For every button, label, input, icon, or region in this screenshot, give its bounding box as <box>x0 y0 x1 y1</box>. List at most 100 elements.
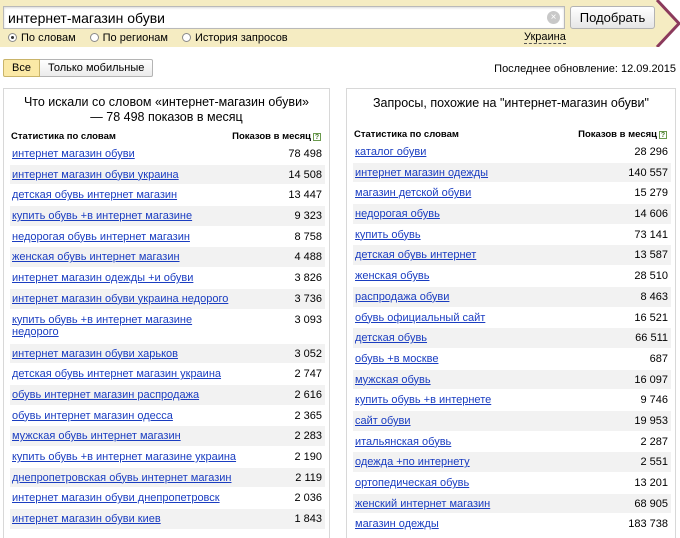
impressions-count: 73 141 <box>634 228 668 241</box>
mode-history[interactable]: История запросов <box>182 32 288 44</box>
column-count-label: Показов в месяц <box>232 131 311 142</box>
region-link[interactable]: Украина <box>524 31 566 44</box>
impressions-count: 19 953 <box>634 414 668 427</box>
impressions-count: 687 <box>649 352 668 365</box>
query-link[interactable]: интернет магазин обуви днепропетровск <box>12 492 242 504</box>
query-link[interactable]: детская обувь <box>355 332 585 344</box>
query-link[interactable]: интернет магазин одежды <box>355 167 585 179</box>
table-header: Статистика по словам Показов в месяц? <box>10 130 323 144</box>
impressions-count: 2 190 <box>294 450 322 463</box>
query-link[interactable]: днепропетровская обувь интернет магазин <box>12 472 242 484</box>
query-link[interactable]: купить обувь <box>355 229 585 241</box>
query-link[interactable]: интернет магазин обуви харьков <box>12 348 242 360</box>
table-row: обувь интернет магазин распродажа 2 616 <box>10 384 325 406</box>
search-input[interactable] <box>8 8 543 27</box>
table-row: недорогая обувь 14 606 <box>353 204 671 225</box>
query-link[interactable]: мужская обувь интернет магазин <box>12 430 242 442</box>
query-link[interactable]: обувь интернет магазин одесса <box>12 410 242 422</box>
query-link[interactable]: итальянская обувь <box>355 436 585 448</box>
query-link[interactable]: интернет магазин обуви киев <box>12 513 242 525</box>
impressions-count: 14 606 <box>634 208 668 221</box>
table-row: обувь официальный сайт 16 521 <box>353 308 671 329</box>
submit-button[interactable]: Подобрать <box>570 6 655 29</box>
table-row: женская обувь интернет магазин 4 488 <box>10 247 325 269</box>
panel-title: Что искали со словом «интернет-магазин о… <box>23 95 310 124</box>
column-phrase: Статистика по словам <box>11 131 116 142</box>
query-link[interactable]: женский интернет магазин <box>355 498 585 510</box>
query-link[interactable]: женская обувь <box>355 270 585 282</box>
impressions-count: 16 521 <box>634 311 668 324</box>
query-link[interactable]: недорогая обувь интернет магазин <box>12 231 242 243</box>
column-phrase: Статистика по словам <box>354 129 459 140</box>
table-body: интернет магазин обуви 78 498 интернет маг… <box>10 144 325 530</box>
column-count-label: Показов в месяц <box>578 129 657 140</box>
query-link[interactable]: обувь официальный сайт <box>355 312 585 324</box>
search-header: × Подобрать По словам По регионам Истори… <box>0 0 680 47</box>
query-link[interactable]: детская обувь интернет магазин <box>12 189 242 201</box>
device-filter: Все Только мобильные <box>3 59 154 77</box>
query-link[interactable]: обувь +в москве <box>355 353 585 365</box>
help-icon[interactable]: ? <box>313 133 321 141</box>
query-link[interactable]: одежда +по интернету <box>355 456 585 468</box>
query-link[interactable]: ортопедическая обувь <box>355 477 585 489</box>
query-link[interactable]: недорогая обувь <box>355 208 585 220</box>
query-link[interactable]: распродажа обуви <box>355 291 585 303</box>
impressions-count: 2 551 <box>640 456 668 469</box>
query-link[interactable]: женская обувь интернет магазин <box>12 251 242 263</box>
radio-icon <box>89 33 99 42</box>
impressions-count: 3 052 <box>294 347 322 360</box>
query-link[interactable]: мужская обувь <box>355 374 585 386</box>
table-row: мужская обувь 16 097 <box>353 369 671 391</box>
impressions-count: 13 201 <box>634 477 668 489</box>
filter-mobile-button[interactable]: Только мобильные <box>39 59 154 77</box>
query-link[interactable]: купить обувь +в интернет магазине украин… <box>12 451 242 463</box>
table-row: женская обувь 28 510 <box>353 266 671 287</box>
impressions-count: 2 283 <box>294 430 322 443</box>
table-row: детская обувь интернет 13 587 <box>353 245 671 267</box>
table-row: сайт обуви 19 953 <box>353 410 671 432</box>
impressions-count: 13 587 <box>634 249 668 262</box>
impressions-count: 140 557 <box>628 166 668 179</box>
query-link[interactable]: интернет магазин обуви украина <box>12 169 242 181</box>
query-link[interactable]: магазин одежды <box>355 518 585 530</box>
mode-by-words[interactable]: По словам <box>8 32 76 44</box>
query-link[interactable]: интернет магазин обуви <box>12 148 242 160</box>
impressions-count: 14 508 <box>288 168 322 181</box>
query-link[interactable]: детская обувь интернет <box>355 249 585 261</box>
table-row: недорогая обувь интернет магазин 8 758 <box>10 227 325 248</box>
query-link[interactable]: купить обувь +в интернет магазине недоро… <box>12 314 202 338</box>
table-row: детская обувь 66 511 <box>353 328 671 349</box>
query-link[interactable]: магазин детской обуви <box>355 187 585 199</box>
impressions-count: 78 498 <box>288 148 322 160</box>
impressions-count: 28 296 <box>634 146 668 158</box>
table-row: интернет магазин обуви харьков 3 052 <box>10 343 325 365</box>
clear-icon[interactable]: × <box>547 11 560 24</box>
table-row: каталог обуви 28 296 <box>353 142 671 163</box>
query-link[interactable]: интернет магазин одежды +и обуви <box>12 272 242 284</box>
impressions-count: 9 323 <box>294 210 322 223</box>
query-link[interactable]: каталог обуви <box>355 146 585 158</box>
mode-selector: По словам По регионам История запросов <box>8 31 302 44</box>
query-link[interactable]: детская обувь интернет магазин украина <box>12 368 242 380</box>
query-link[interactable]: купить обувь +в интернете <box>355 394 585 406</box>
table-row: интернет магазин обуви украина недорого 3… <box>10 288 325 310</box>
help-icon[interactable]: ? <box>659 131 667 139</box>
table-row: обувь +в москве 687 <box>353 349 671 370</box>
impressions-count: 15 279 <box>634 187 668 200</box>
table-row: купить обувь +в интернете 9 746 <box>353 390 671 411</box>
mode-by-regions[interactable]: По регионам <box>89 32 168 44</box>
impressions-count: 8 758 <box>294 230 322 243</box>
query-link[interactable]: интернет магазин обуви украина недорого <box>12 293 242 305</box>
filter-all-button[interactable]: Все <box>3 59 40 77</box>
query-link[interactable]: сайт обуви <box>355 415 585 427</box>
query-link[interactable]: купить обувь +в интернет магазине <box>12 210 242 222</box>
table-row: купить обувь 73 141 <box>353 225 671 246</box>
mode-label: По словам <box>21 31 76 44</box>
table-row: интернет магазин обуви киев 1 843 <box>10 509 325 530</box>
table-row: интернет магазин одежды 140 557 <box>353 162 671 184</box>
query-link[interactable]: обувь интернет магазин распродажа <box>12 389 242 401</box>
impressions-count: 1 843 <box>294 513 322 525</box>
table-row: интернет магазин одежды +и обуви 3 826 <box>10 268 325 289</box>
search-box: × <box>3 6 565 29</box>
impressions-count: 2 747 <box>294 368 322 381</box>
